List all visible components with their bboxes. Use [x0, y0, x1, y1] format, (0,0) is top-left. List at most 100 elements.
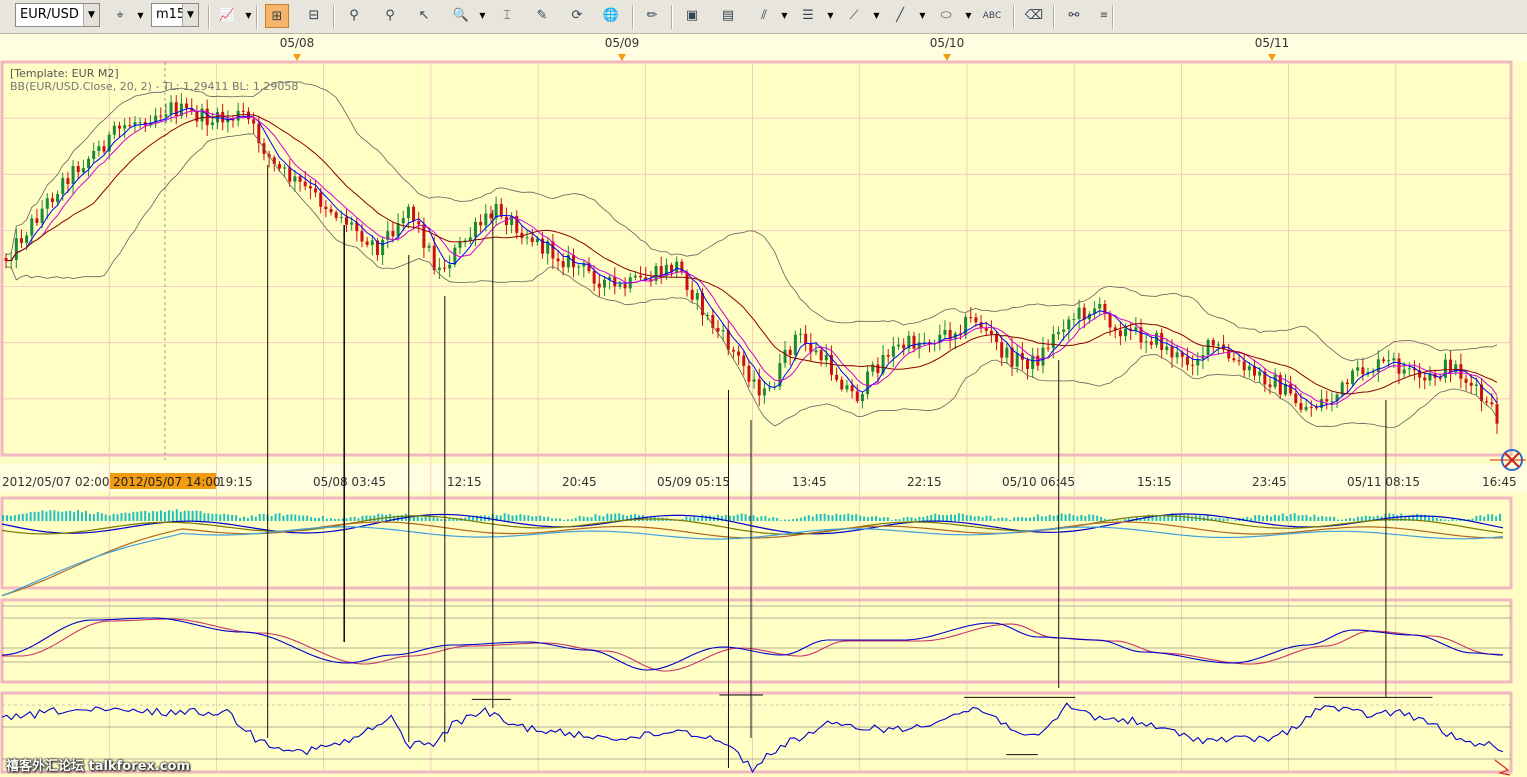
candle-body	[401, 218, 405, 224]
time-axis-label: 15:15	[1137, 475, 1172, 489]
news-icon[interactable]: ✎	[530, 4, 554, 28]
macd-histogram-bar	[835, 513, 838, 521]
candle-body	[319, 192, 323, 207]
macd-histogram-bar	[792, 519, 794, 521]
candle-body	[556, 258, 560, 262]
globe-icon[interactable]: 🌐	[599, 4, 623, 28]
candle-body	[1041, 347, 1045, 366]
crosshair-icon[interactable]: ⌖	[108, 4, 132, 28]
macd-histogram-bar	[306, 515, 309, 521]
macd-histogram-bar	[116, 514, 119, 521]
chart-area[interactable]: 05/08 05/09 05/10 05/11 2012/05/07 02:00 19:1…	[0, 34, 1527, 777]
timeframe-value: m15	[156, 7, 186, 22]
candle-body	[788, 349, 792, 355]
period-icon[interactable]: ⌶	[495, 4, 519, 28]
chevron-down-icon[interactable]: ▼	[918, 4, 927, 28]
macd-histogram-bar	[1001, 517, 1004, 521]
macd-histogram-bar	[92, 514, 95, 521]
macd-histogram-bar	[13, 515, 16, 521]
macd-histogram-bar	[270, 516, 273, 521]
macd-histogram-bar	[1092, 514, 1095, 521]
macd-histogram-bar	[140, 511, 143, 521]
template-icon[interactable]: ⊟	[302, 4, 326, 28]
macd-histogram-bar	[1309, 516, 1312, 521]
macd-histogram-bar	[2, 515, 4, 521]
macd-histogram-bar	[776, 517, 779, 521]
candle-body	[1118, 330, 1122, 337]
macd-histogram-bar	[823, 513, 826, 521]
macd-histogram-bar	[187, 510, 190, 521]
timeframe-select[interactable]: m15 ▼	[151, 3, 199, 27]
macd-histogram-bar	[997, 517, 1000, 521]
macd-histogram-bar	[977, 515, 980, 521]
chart-picture-icon[interactable]: ▣	[680, 4, 704, 28]
hierarchy-icon[interactable]: ⚯	[1062, 4, 1086, 28]
candle-body	[995, 334, 999, 343]
date-marker-label: 05/09	[605, 36, 640, 50]
candle-body	[1216, 344, 1220, 346]
candle-body	[221, 111, 225, 123]
macd-histogram-bar	[1435, 518, 1438, 521]
macd-histogram-bar	[1356, 516, 1359, 521]
macd-histogram-bar	[1025, 517, 1028, 521]
macd-histogram-bar	[752, 515, 755, 521]
tester-icon[interactable]: ⚲	[378, 4, 402, 28]
chevron-down-icon[interactable]: ▼	[780, 4, 789, 28]
pointer-icon[interactable]: ↖	[412, 4, 436, 28]
navigator-icon[interactable]: ⚲	[342, 4, 366, 28]
chart-type-icon[interactable]: 📈	[215, 4, 239, 28]
line-icon[interactable]: ✏	[640, 4, 664, 28]
candle-body	[417, 221, 421, 225]
macd-histogram-bar	[586, 516, 589, 521]
candle-body	[118, 125, 122, 129]
data-window-icon[interactable]: ⊞	[265, 4, 289, 28]
pen-icon[interactable]: ☰	[796, 4, 820, 28]
macd-histogram-bar	[1262, 516, 1265, 521]
zoom-icon[interactable]: 🔍	[449, 4, 473, 28]
strategy-icon[interactable]: ⟳	[565, 4, 589, 28]
macd-histogram-bar	[203, 513, 206, 521]
macd-histogram-bar	[1060, 513, 1063, 521]
line-tool-icon[interactable]: ╱	[888, 4, 912, 28]
candle-body	[1031, 355, 1035, 369]
macd-histogram-bar	[1360, 516, 1363, 521]
macd-histogram-bar	[160, 510, 162, 521]
macd-histogram-bar	[436, 517, 439, 521]
candle-body	[345, 216, 349, 225]
candle-body	[1175, 352, 1179, 358]
text-icon[interactable]: ABC	[980, 4, 1004, 28]
fibonacci-icon[interactable]: ⫽	[752, 4, 776, 28]
trendline-icon[interactable]: ⟋	[842, 4, 866, 28]
chevron-down-icon[interactable]: ▼	[872, 4, 881, 28]
macd-histogram-bar	[839, 514, 842, 521]
ellipse-icon[interactable]: ⬭	[934, 4, 958, 28]
chevron-down-icon[interactable]: ▼	[826, 4, 835, 28]
macd-histogram-bar	[1072, 515, 1075, 521]
symbol-select[interactable]: EUR/USD ▼	[15, 3, 100, 27]
macd-histogram-bar	[1443, 519, 1446, 521]
macd-histogram-bar	[570, 519, 573, 521]
macd-histogram-bar	[1179, 513, 1182, 521]
eraser-icon[interactable]: ⌫	[1022, 4, 1046, 28]
macd-histogram-bar	[953, 514, 956, 521]
candle-body	[169, 102, 173, 115]
macd-histogram-bar	[1281, 513, 1284, 521]
macd-histogram-bar	[310, 517, 313, 521]
chevron-down-icon[interactable]: ▼	[478, 4, 487, 28]
macd-histogram-bar	[736, 514, 739, 521]
macd-histogram-bar	[894, 519, 897, 521]
candle-body	[1005, 347, 1009, 358]
chevron-down-icon[interactable]: ▼	[964, 4, 973, 28]
candle-body	[1051, 334, 1055, 348]
macd-histogram-bar	[171, 511, 174, 521]
macd-histogram-bar	[1285, 515, 1288, 521]
candle-body	[1124, 328, 1128, 337]
candle-body	[1232, 358, 1236, 361]
chevron-down-icon[interactable]: ▼	[136, 4, 145, 28]
drawing-tools-icon[interactable]: ▤	[716, 4, 740, 28]
time-axis-label: 05/11 08:15	[1347, 475, 1420, 489]
chevron-down-icon[interactable]: ▼	[244, 4, 253, 28]
macd-histogram-bar	[128, 513, 131, 521]
candle-body	[1134, 327, 1138, 331]
candle-body	[308, 186, 312, 189]
